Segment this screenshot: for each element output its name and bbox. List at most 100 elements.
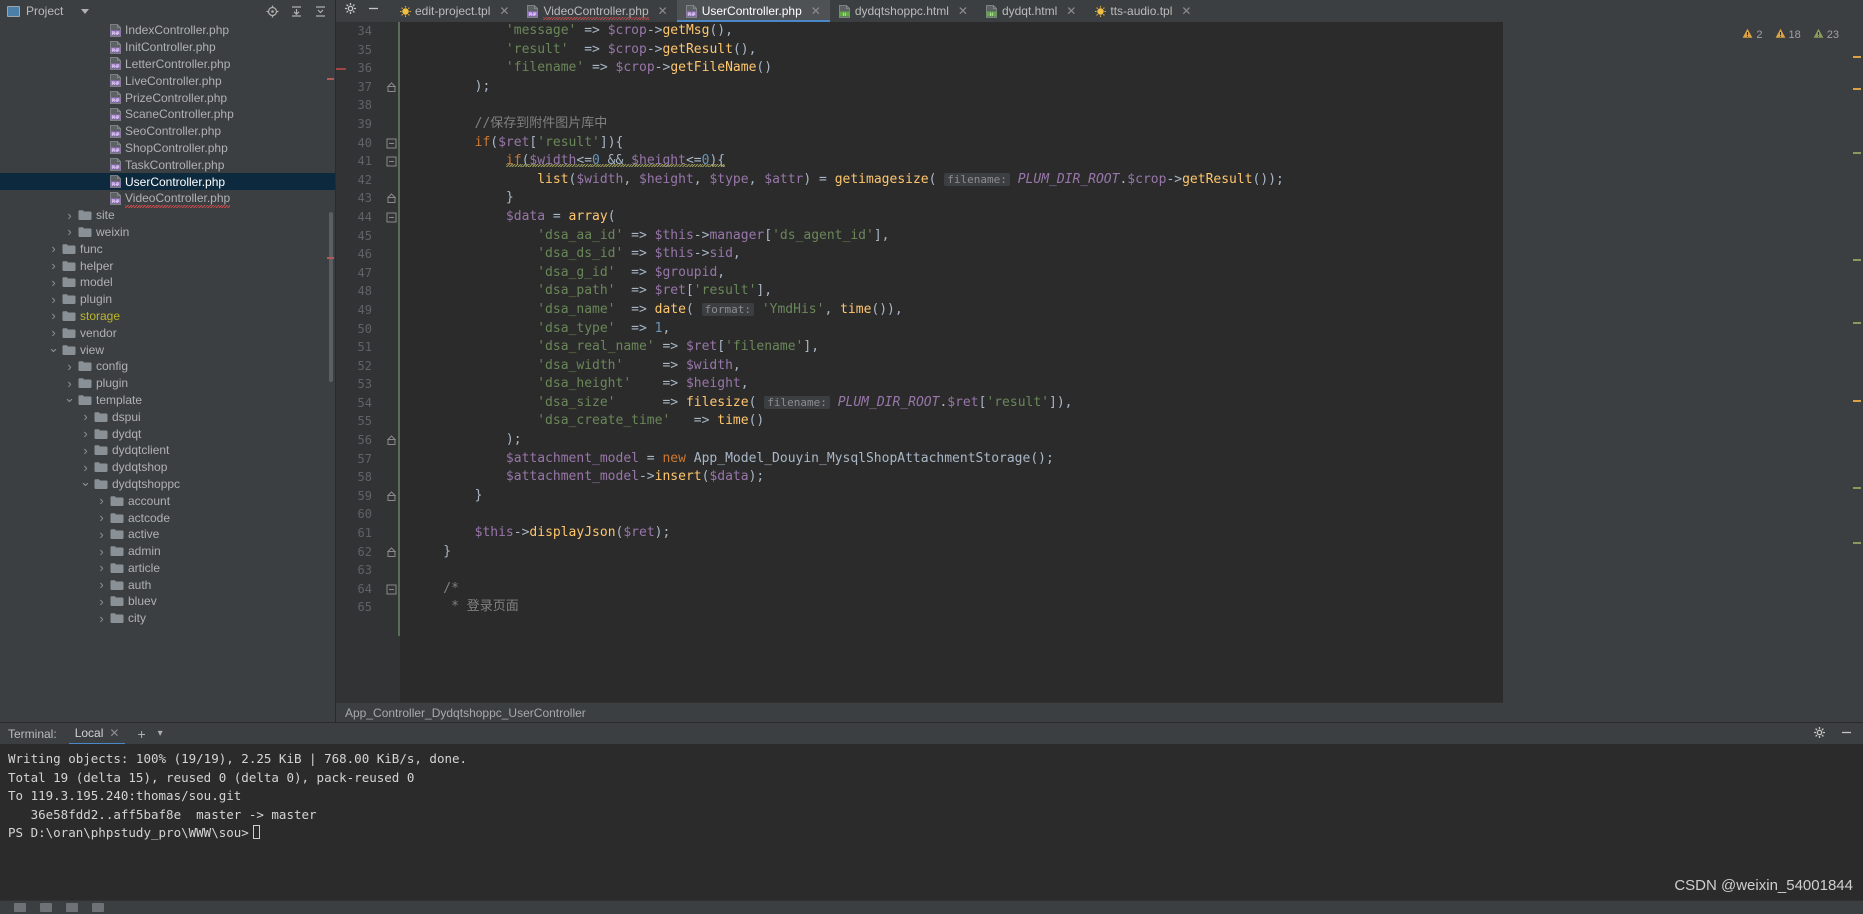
chevron-right-icon[interactable]: › [64,224,75,239]
tree-item-seocontroller-php[interactable]: PHP SeoController.php [0,123,335,140]
code-line[interactable]: ); [412,78,1503,97]
editor-tab-tts-audio-tpl[interactable]: tts-audio.tpl ✕ [1085,0,1200,22]
expand-all-icon[interactable] [290,5,303,18]
code-line[interactable]: ); [412,431,1503,450]
tree-item-prizecontroller-php[interactable]: PHP PrizeController.php [0,89,335,106]
settings-gear-icon[interactable] [344,2,357,20]
code-line[interactable]: } [412,543,1503,562]
chevron-right-icon[interactable]: › [48,241,59,256]
tree-item-bluev[interactable]: › bluev [0,593,335,610]
code-line[interactable]: } [412,189,1503,208]
tree-item-dydqt[interactable]: › dydqt [0,425,335,442]
tree-item-view[interactable]: ⌄ view [0,340,335,358]
terminal-output[interactable]: Writing objects: 100% (19/19), 2.25 KiB … [0,744,1863,900]
editor-tab-usercontroller-php[interactable]: PHP UserController.php ✕ [676,0,830,22]
code-line[interactable]: 'dsa_type' => 1, [412,320,1503,339]
inspection-tick[interactable] [1853,152,1861,154]
tree-item-dydqtshop[interactable]: › dydqtshop [0,459,335,476]
tree-item-lettercontroller-php[interactable]: PHP LetterController.php [0,56,335,73]
tree-item-initcontroller-php[interactable]: PHP InitController.php [0,39,335,56]
chevron-right-icon[interactable]: › [48,292,59,307]
chevron-right-icon[interactable]: › [96,594,107,609]
chevron-down-icon[interactable]: ⌄ [48,340,59,356]
close-icon[interactable]: ✕ [499,4,509,18]
chevron-right-icon[interactable]: › [48,258,59,273]
plus-icon[interactable]: + [137,726,145,742]
tree-item-scanecontroller-php[interactable]: PHP ScaneController.php [0,106,335,123]
tree-item-storage[interactable]: › storage [0,308,335,325]
chevron-down-icon[interactable]: ⌄ [64,390,75,406]
close-icon[interactable]: ✕ [811,4,821,18]
tree-item-plugin[interactable]: › plugin [0,375,335,392]
editor-tab-videocontroller-php[interactable]: PHP VideoController.php ✕ [518,0,676,22]
tree-item-article[interactable]: › article [0,560,335,577]
vcs-deleted-marker[interactable] [336,68,346,71]
chevron-down-icon[interactable]: ⌄ [80,474,91,490]
editor-gutter[interactable]: 34 35 36 37 38 39 40 41 42 43 44 45 46 47 48 49 50 51 52 53… [336,22,400,702]
inspection-tick[interactable] [1853,56,1861,58]
code-line[interactable]: 'filename' => $crop->getFileName() [412,59,1503,78]
chevron-right-icon[interactable]: › [64,208,75,223]
chevron-right-icon[interactable]: › [80,426,91,441]
breadcrumb[interactable]: App_Controller_Dydqtshoppc_UserControlle… [336,702,1503,722]
code-line[interactable]: 'dsa_aa_id' => $this->manager['ds_agent_… [412,227,1503,246]
chevron-right-icon[interactable]: › [80,409,91,424]
inspection-badge-0[interactable]: 2 [1742,28,1763,42]
status-item[interactable] [40,903,52,912]
editor-code-area[interactable]: 'message' => $crop->getMsg(), 'result' =… [400,22,1503,702]
project-tree-scrollbar[interactable] [329,212,333,382]
close-icon[interactable]: ✕ [1066,4,1076,18]
tree-item-city[interactable]: › city [0,610,335,627]
chevron-right-icon[interactable]: › [48,308,59,323]
chevron-down-icon[interactable] [81,8,90,14]
tree-item-dydqtclient[interactable]: › dydqtclient [0,442,335,459]
code-line[interactable]: if($ret['result']){ [412,134,1503,153]
tree-item-admin[interactable]: › admin [0,543,335,560]
code-line[interactable]: 'dsa_create_time' => time() [412,412,1503,431]
code-line[interactable]: 'result' => $crop->getResult(), [412,41,1503,60]
code-line[interactable]: 'dsa_name' => date( format: 'YmdHis', ti… [412,301,1503,320]
code-line[interactable]: list ($width, $height, $type, $attr) = ge… [412,171,1503,190]
fold-end-icon[interactable] [386,547,397,558]
fold-end-icon[interactable] [386,82,397,93]
code-line[interactable]: $attachment_model->insert($data); [412,468,1503,487]
chevron-right-icon[interactable]: › [96,611,107,626]
tree-item-livecontroller-php[interactable]: PHP LiveController.php [0,72,335,89]
status-item[interactable] [66,903,78,912]
tree-item-videocontroller-php[interactable]: PHP VideoController.php [0,190,335,209]
code-line[interactable]: 'dsa_size' => filesize( filename: PLUM_D… [412,394,1503,413]
terminal-cursor[interactable] [252,825,260,840]
editor-tab-dydqtshoppc-html[interactable]: Hdydqtshoppc.html ✕ [830,0,977,22]
code-line[interactable] [412,561,1503,580]
close-icon[interactable]: ✕ [109,723,119,743]
inspection-tick[interactable] [1853,322,1861,324]
fold-collapse-icon[interactable] [386,584,397,595]
inspection-tick[interactable] [1853,542,1861,544]
code-line[interactable]: $data = array( [412,208,1503,227]
code-line[interactable] [412,96,1503,115]
fold-end-icon[interactable] [386,193,397,204]
code-line[interactable]: /* [412,580,1503,599]
terminal-tab-local[interactable]: Local ✕ [68,723,126,745]
fold-collapse-icon[interactable] [386,138,397,149]
chevron-right-icon[interactable]: › [96,527,107,542]
tree-item-template[interactable]: ⌄ template [0,390,335,409]
close-icon[interactable]: ✕ [958,4,968,18]
code-editor-panel[interactable]: 34 35 36 37 38 39 40 41 42 43 44 45 46 47 48 49 50 51 52 53… [336,22,1503,722]
inspection-badge-2[interactable]: 23 [1813,28,1839,42]
inspection-tick[interactable] [1853,88,1861,90]
tree-item-weixin[interactable]: › weixin [0,224,335,241]
collapse-all-icon[interactable] [314,5,327,18]
tree-item-auth[interactable]: › auth [0,576,335,593]
tree-item-taskcontroller-php[interactable]: PHP TaskController.php [0,156,335,173]
locate-icon[interactable] [266,5,279,18]
gear-icon[interactable] [1813,726,1826,742]
code-line[interactable]: if($width<=0 && $height<=0){ [412,152,1503,171]
minimize-icon[interactable] [367,2,380,20]
chevron-right-icon[interactable]: › [96,577,107,592]
inspection-badge-1[interactable]: 18 [1775,28,1801,42]
code-line[interactable]: //保存到附件图片库中 [412,115,1503,134]
code-line[interactable]: * 登录页面 [412,598,1503,617]
inspection-scrollbar[interactable] [1851,22,1863,722]
tree-item-actcode[interactable]: › actcode [0,509,335,526]
